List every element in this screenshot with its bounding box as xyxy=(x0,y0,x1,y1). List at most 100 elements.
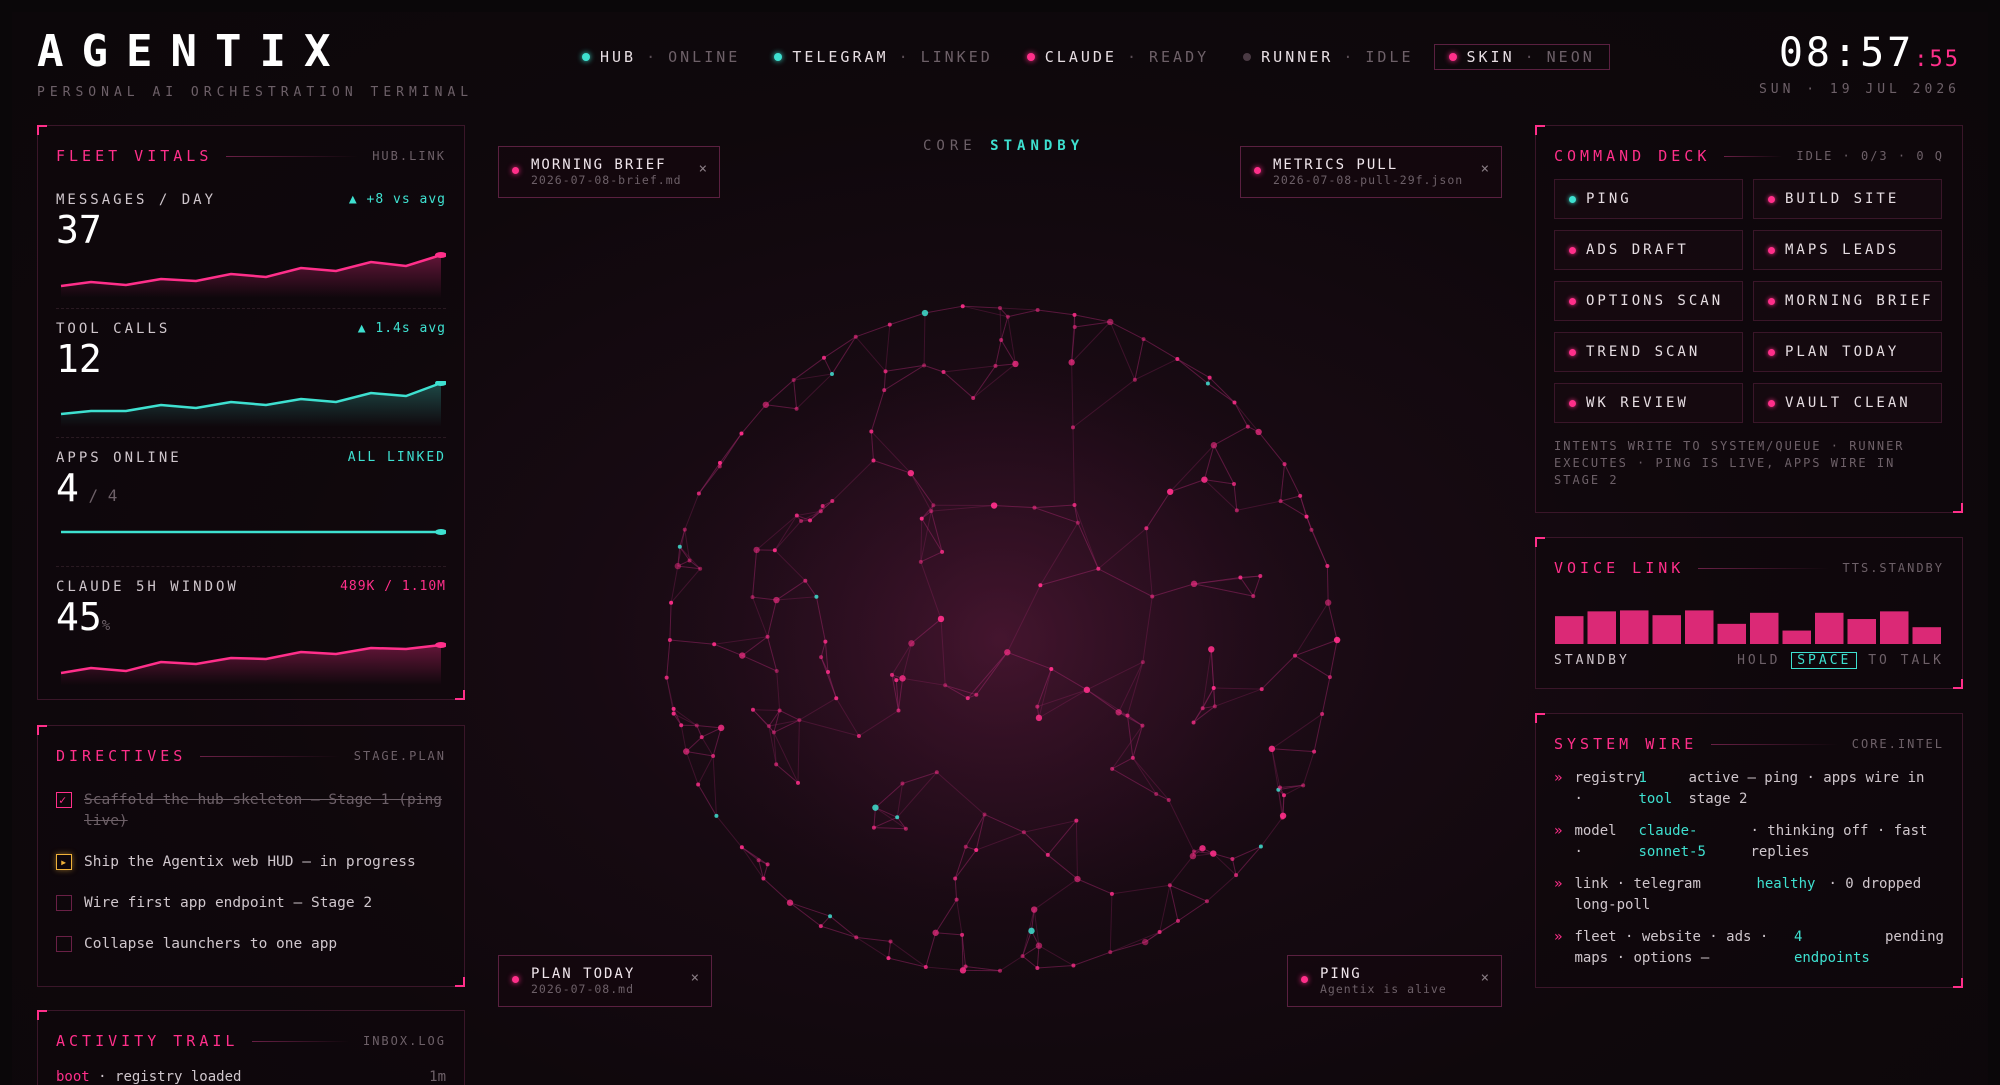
checkbox-checked-icon[interactable] xyxy=(56,790,72,811)
cmd-trend-scan-button[interactable]: TREND SCAN xyxy=(1554,332,1743,372)
cmd-morning-brief-button[interactable]: MORNING BRIEF xyxy=(1753,281,1942,321)
network-node xyxy=(1210,850,1217,857)
voice-level-bar xyxy=(1880,611,1909,644)
metric-claude-window: CLAUDE 5H WINDOW 489K / 1.10M 45% xyxy=(56,579,446,685)
neural-core-sphere[interactable] xyxy=(640,280,1360,1000)
panel-title: DIRECTIVES xyxy=(56,747,187,765)
skin-toggle[interactable]: SKIN · NEON xyxy=(1433,44,1610,70)
metric-value: 45 xyxy=(56,595,102,639)
close-icon[interactable]: × xyxy=(699,161,707,177)
chip-metrics-pull[interactable]: METRICS PULL 2026-07-08-pull-29f.json × xyxy=(1240,146,1502,198)
claude-window-sparkline xyxy=(60,642,446,685)
network-node xyxy=(771,730,776,735)
chip-ping[interactable]: PING Agentix is alive × xyxy=(1287,955,1502,1007)
apps-online-sparkline xyxy=(61,529,446,535)
cmd-ping-button[interactable]: PING xyxy=(1554,179,1743,219)
network-node xyxy=(717,464,722,469)
cmd-plan-today-button[interactable]: PLAN TODAY xyxy=(1753,332,1942,372)
network-node xyxy=(1141,337,1146,342)
network-node xyxy=(1232,400,1237,405)
network-node xyxy=(834,696,839,701)
checkbox-icon[interactable] xyxy=(56,936,72,952)
panel-title: ACTIVITY TRAIL xyxy=(56,1032,239,1050)
network-node xyxy=(1035,942,1043,949)
directive-item[interactable]: Scaffold the hub skeleton — Stage 1 (pin… xyxy=(56,790,446,832)
status-value: LINKED xyxy=(920,48,993,66)
status-dot-icon xyxy=(582,53,590,61)
network-node xyxy=(830,498,835,503)
deck-note: INTENTS WRITE TO SYSTEM/QUEUE · RUNNER E… xyxy=(1554,439,1905,487)
network-node xyxy=(826,670,831,675)
tool-calls-sparkline xyxy=(60,381,446,427)
voice-link-panel: VOICE LINK TTS.STANDBY STANDBY HOLD SPACE… xyxy=(1535,537,1963,689)
network-node xyxy=(907,469,915,477)
network-node xyxy=(1035,965,1040,970)
network-node xyxy=(683,748,690,755)
checkbox-icon[interactable] xyxy=(56,895,72,911)
network-node xyxy=(998,968,1002,973)
chip-morning-brief[interactable]: MORNING BRIEF 2026-07-08-brief.md × xyxy=(498,146,720,198)
network-node xyxy=(1020,954,1025,959)
checkbox-progress-icon[interactable] xyxy=(56,852,72,873)
network-node xyxy=(799,519,804,524)
network-node xyxy=(818,924,823,929)
cmd-options-scan-button[interactable]: OPTIONS SCAN xyxy=(1554,281,1743,321)
metric-apps-online: APPS ONLINE ALL LINKED 4 / 4 xyxy=(56,450,446,550)
network-node xyxy=(890,672,895,677)
network-node xyxy=(1070,425,1075,430)
network-node xyxy=(1028,927,1035,935)
network-node xyxy=(971,396,976,401)
directive-item[interactable]: Collapse launchers to one app xyxy=(56,934,446,955)
clock-time: 08:57 xyxy=(1778,30,1915,76)
directive-item[interactable]: Ship the Agentix web HUD — in progress xyxy=(56,852,446,873)
push-to-talk-hint[interactable]: HOLD SPACE TO TALK xyxy=(1737,652,1944,669)
cmd-vault-clean-button[interactable]: VAULT CLEAN xyxy=(1753,383,1942,423)
status-strip: HUB · ONLINE TELEGRAM · LINKED CLAUDE · READY … xyxy=(582,44,1610,70)
app-logo: AGENTIX xyxy=(37,26,349,77)
network-node xyxy=(1238,575,1243,580)
close-icon[interactable]: × xyxy=(1481,970,1489,986)
chip-plan-today[interactable]: PLAN TODAY 2026-07-08.md × xyxy=(498,955,712,1007)
network-node xyxy=(1301,783,1306,788)
chevron-icon: » xyxy=(1554,770,1563,786)
cmd-build-site-button[interactable]: BUILD SITE xyxy=(1753,179,1942,219)
network-node xyxy=(1304,514,1309,519)
status-label: RUNNER xyxy=(1261,48,1334,66)
status-claude[interactable]: CLAUDE · READY xyxy=(1026,48,1209,66)
network-node xyxy=(1096,566,1101,571)
network-node xyxy=(762,401,770,408)
network-node xyxy=(818,509,823,514)
cmd-ads-draft-button[interactable]: ADS DRAFT xyxy=(1554,230,1743,270)
voice-level-bar xyxy=(1912,627,1941,644)
network-node xyxy=(794,513,799,518)
network-node xyxy=(1251,594,1256,599)
cmd-wk-review-button[interactable]: WK REVIEW xyxy=(1554,383,1743,423)
status-dot-icon xyxy=(774,53,783,61)
network-node xyxy=(999,338,1004,343)
status-dot-icon xyxy=(1768,195,1775,203)
network-node xyxy=(941,369,946,374)
network-node xyxy=(1325,563,1330,568)
network-node xyxy=(934,770,939,775)
status-hub[interactable]: HUB · ONLINE xyxy=(582,48,740,66)
status-telegram[interactable]: TELEGRAM · LINKED xyxy=(774,48,992,66)
network-node xyxy=(1204,899,1209,904)
network-node xyxy=(773,596,780,604)
network-node xyxy=(854,935,859,940)
network-node xyxy=(1201,476,1208,483)
network-node xyxy=(1199,845,1206,852)
cmd-maps-leads-button[interactable]: MAPS LEADS xyxy=(1753,230,1942,270)
voice-level-bar xyxy=(1555,616,1584,644)
close-icon[interactable]: × xyxy=(1481,161,1489,177)
network-node xyxy=(1211,686,1216,691)
directive-item[interactable]: Wire first app endpoint — Stage 2 xyxy=(56,893,446,914)
network-node xyxy=(856,733,861,738)
network-node xyxy=(774,762,779,767)
voice-level-bar xyxy=(1685,610,1714,644)
close-icon[interactable]: × xyxy=(691,970,699,986)
panel-tag: INBOX.LOG xyxy=(362,1034,446,1048)
network-node xyxy=(932,929,939,936)
network-node xyxy=(886,956,891,961)
status-runner[interactable]: RUNNER · IDLE xyxy=(1243,48,1413,66)
network-node xyxy=(921,309,929,317)
